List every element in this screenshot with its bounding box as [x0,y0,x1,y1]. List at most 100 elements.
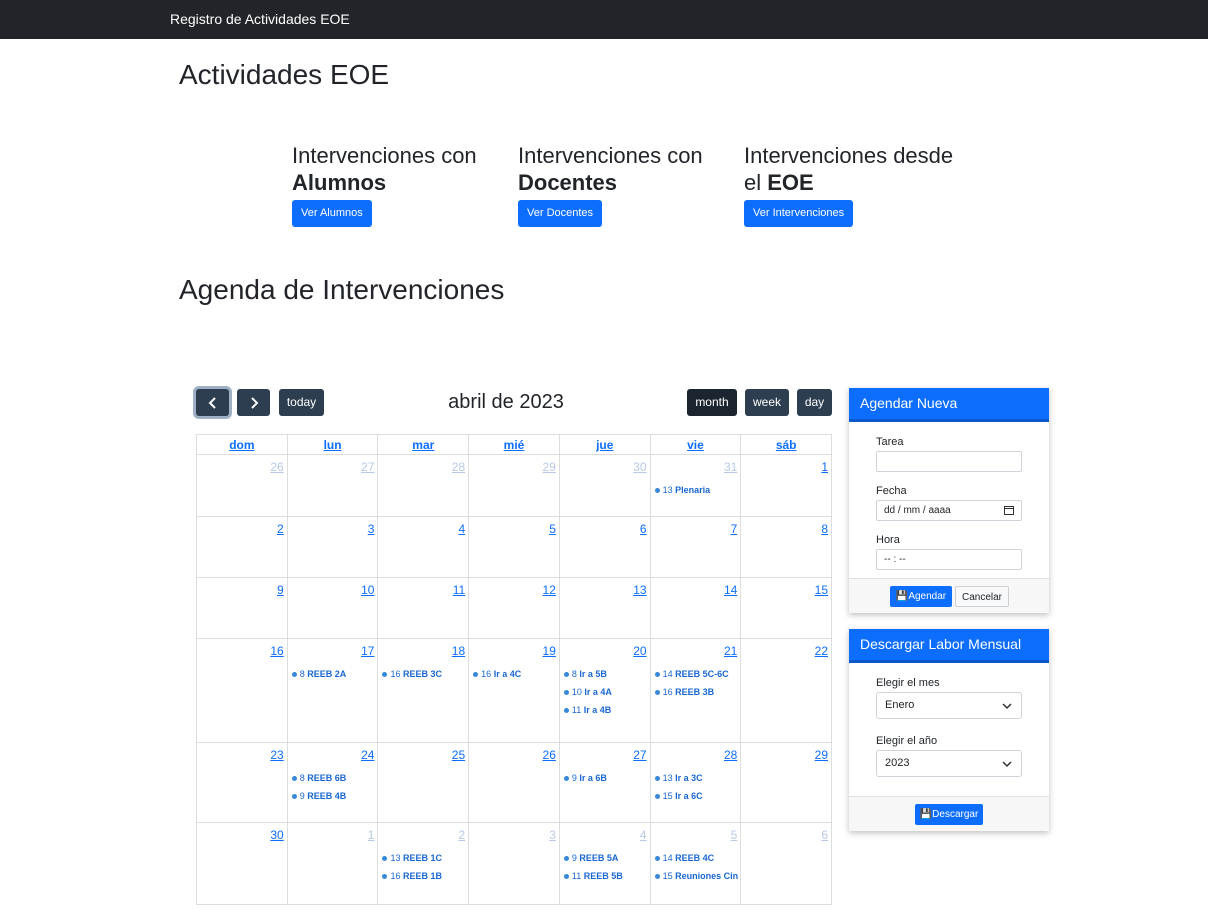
weekday-sab[interactable]: sáb [741,434,833,455]
calendar-day-cell[interactable]: 21 14 REEB 5C-6C 16 REEB 3B [650,639,742,743]
calendar-event[interactable]: 9 REEB 5A [563,849,648,867]
calendar-day-cell[interactable]: 6 [741,823,833,905]
day-number-link[interactable]: 8 [821,522,828,536]
calendar-day-cell[interactable]: 13 [559,578,651,639]
descargar-button[interactable]: 💾Descargar [915,804,983,825]
day-number-link[interactable]: 2 [277,522,284,536]
day-number-link[interactable]: 21 [724,644,737,658]
day-number-link[interactable]: 16 [270,644,283,658]
cancelar-button[interactable]: Cancelar [955,586,1009,607]
calendar-event[interactable]: 8 REEB 2A [291,665,376,683]
day-number-link[interactable]: 1 [821,460,828,474]
day-number-link[interactable]: 29 [543,460,556,474]
calendar-event[interactable]: 13 Plenaria [654,481,739,499]
calendar-day-cell[interactable]: 3 [287,517,379,578]
calendar-day-cell[interactable]: 26 [469,743,560,823]
day-number-link[interactable]: 30 [633,460,646,474]
day-number-link[interactable]: 5 [731,828,738,842]
day-number-link[interactable]: 7 [731,522,738,536]
calendar-day-cell[interactable]: 23 [196,743,288,823]
day-number-link[interactable]: 25 [452,748,465,762]
next-month-button[interactable] [237,389,270,416]
calendar-icon[interactable] [1004,501,1014,522]
calendar-event[interactable]: 11 Ir a 4B [563,701,648,719]
day-number-link[interactable]: 4 [458,522,465,536]
calendar-day-cell[interactable]: 26 [196,455,288,517]
calendar-day-cell[interactable]: 22 [741,639,833,743]
calendar-event[interactable]: 16 REEB 1B [382,867,466,885]
calendar-event[interactable]: 16 REEB 3C [382,665,466,683]
calendar-day-cell[interactable]: 5 [469,517,560,578]
calendar-day-cell[interactable]: 5 14 REEB 4C 15 Reuniones Cint [650,823,742,905]
calendar-event[interactable]: 14 REEB 5C-6C [654,665,739,683]
calendar-day-cell[interactable]: 9 [196,578,288,639]
calendar-event[interactable]: 8 Ir a 5B [563,665,648,683]
calendar-day-cell[interactable]: 6 [559,517,651,578]
weekday-jue[interactable]: jue [559,434,651,455]
calendar-day-cell[interactable]: 30 [196,823,288,905]
calendar-event[interactable]: 14 REEB 4C [654,849,739,867]
calendar-day-cell[interactable]: 28 13 Ir a 3C 15 Ir a 6C [650,743,742,823]
calendar-day-cell[interactable]: 3 [469,823,560,905]
navbar-brand[interactable]: Registro de Actividades EOE [170,11,350,27]
prev-month-button[interactable] [196,389,229,416]
calendar-event[interactable]: 13 REEB 1C [382,849,466,867]
week-view-button[interactable]: week [745,389,789,416]
calendar-day-cell[interactable]: 25 [378,743,470,823]
calendar-day-cell[interactable]: 24 8 REEB 6B 9 REEB 4B [287,743,379,823]
day-number-link[interactable]: 27 [633,748,646,762]
day-number-link[interactable]: 15 [815,583,828,597]
calendar-event[interactable]: 13 Ir a 3C [654,769,739,787]
day-number-link[interactable]: 3 [549,828,556,842]
calendar-day-cell[interactable]: 27 [287,455,379,517]
day-number-link[interactable]: 26 [270,460,283,474]
day-number-link[interactable]: 3 [368,522,375,536]
calendar-day-cell[interactable]: 17 8 REEB 2A [287,639,379,743]
calendar-day-cell[interactable]: 31 13 Plenaria [650,455,742,517]
day-number-link[interactable]: 29 [815,748,828,762]
calendar-day-cell[interactable]: 18 16 REEB 3C [378,639,470,743]
day-number-link[interactable]: 31 [724,460,737,474]
calendar-day-cell[interactable]: 11 [378,578,470,639]
calendar-day-cell[interactable]: 2 [196,517,288,578]
calendar-day-cell[interactable]: 4 [378,517,470,578]
day-number-link[interactable]: 24 [361,748,374,762]
day-number-link[interactable]: 26 [543,748,556,762]
calendar-day-cell[interactable]: 29 [741,743,833,823]
weekday-dom[interactable]: dom [196,434,288,455]
agendar-button[interactable]: 💾Agendar [890,586,952,607]
weekday-vie[interactable]: vie [650,434,742,455]
today-button[interactable]: today [279,389,324,416]
day-number-link[interactable]: 2 [458,828,465,842]
day-number-link[interactable]: 22 [815,644,828,658]
calendar-day-cell[interactable]: 1 [741,455,833,517]
calendar-event[interactable]: 16 REEB 3B [654,683,739,701]
day-number-link[interactable]: 12 [543,583,556,597]
calendar-day-cell[interactable]: 10 [287,578,379,639]
day-view-button[interactable]: day [797,389,832,416]
day-number-link[interactable]: 9 [277,583,284,597]
calendar-day-cell[interactable]: 29 [469,455,560,517]
calendar-day-cell[interactable]: 4 9 REEB 5A 11 REEB 5B [559,823,651,905]
weekday-mar[interactable]: mar [378,434,470,455]
day-number-link[interactable]: 27 [361,460,374,474]
day-number-link[interactable]: 4 [640,828,647,842]
fecha-input[interactable]: dd / mm / aaaa [876,500,1022,521]
ver-intervenciones-button[interactable]: Ver Intervenciones [744,200,854,227]
day-number-link[interactable]: 20 [633,644,646,658]
day-number-link[interactable]: 14 [724,583,737,597]
anio-select[interactable]: 2023 [876,750,1022,777]
mes-select[interactable]: Enero [876,692,1022,719]
calendar-event[interactable]: 10 Ir a 4A [563,683,648,701]
calendar-event[interactable]: 15 Ir a 6C [654,787,739,805]
calendar-event[interactable]: 11 REEB 5B [563,867,648,885]
day-number-link[interactable]: 23 [270,748,283,762]
ver-alumnos-button[interactable]: Ver Alumnos [292,200,372,227]
weekday-mie[interactable]: mié [469,434,560,455]
calendar-day-cell[interactable]: 7 [650,517,742,578]
day-number-link[interactable]: 10 [361,583,374,597]
calendar-day-cell[interactable]: 14 [650,578,742,639]
day-number-link[interactable]: 19 [543,644,556,658]
calendar-day-cell[interactable]: 16 [196,639,288,743]
day-number-link[interactable]: 13 [633,583,646,597]
